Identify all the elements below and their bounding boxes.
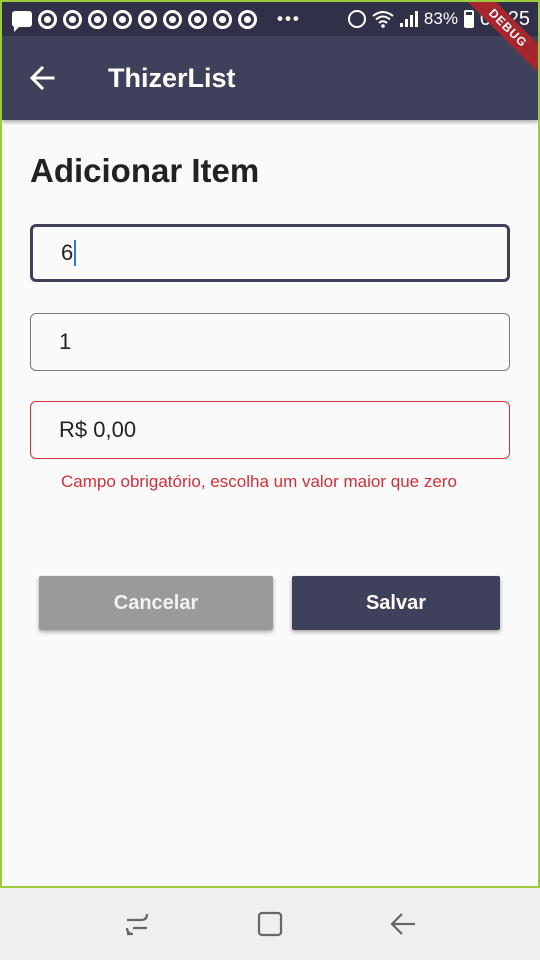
chrome-icon [188, 9, 207, 29]
battery-percentage: 83% [423, 9, 458, 28]
notification-icons: ••• [12, 9, 301, 32]
signal-icon [399, 11, 418, 27]
recents-button[interactable] [117, 904, 157, 944]
text-cursor [74, 240, 77, 266]
chrome-icon [138, 9, 157, 29]
quantity-value: 1 [59, 329, 72, 354]
price-error-message: Campo obrigatório, escolha um valor maio… [61, 472, 457, 491]
back-icon [390, 913, 416, 935]
arrow-back-icon [29, 65, 55, 91]
item-name-value: 6 [61, 240, 74, 265]
wifi-icon [372, 11, 394, 28]
app-bar: ThizerList [2, 36, 538, 120]
home-icon [257, 911, 283, 937]
back-button[interactable] [22, 58, 62, 98]
message-icon [12, 11, 32, 32]
battery-icon [463, 10, 474, 28]
system-back-button[interactable] [383, 904, 423, 944]
page-title: Adicionar Item [30, 152, 260, 189]
app-window: ••• 83% 00:25 ThizerList DEBUG Ad [0, 0, 540, 888]
more-notifications-icon: ••• [277, 9, 301, 28]
item-name-field[interactable]: 6 [30, 224, 510, 282]
save-button[interactable]: Salvar [292, 576, 500, 630]
status-bar: ••• 83% 00:25 [2, 2, 538, 36]
app-title: ThizerList [108, 62, 236, 93]
chrome-icon [163, 9, 182, 29]
recents-icon [125, 913, 148, 936]
chrome-icon [238, 9, 257, 29]
alarm-icon [347, 10, 366, 28]
chrome-icon [88, 9, 107, 29]
chrome-icon [38, 9, 57, 29]
quantity-field[interactable]: 1 [30, 313, 510, 371]
chrome-icon [113, 9, 132, 29]
system-nav-bar [0, 888, 540, 960]
price-field[interactable]: R$ 0,00 [30, 401, 510, 459]
chrome-icon [213, 9, 232, 29]
price-value: R$ 0,00 [59, 417, 137, 442]
chrome-icon [63, 9, 82, 29]
cancel-button[interactable]: Cancelar [39, 576, 273, 630]
home-button[interactable] [250, 904, 290, 944]
